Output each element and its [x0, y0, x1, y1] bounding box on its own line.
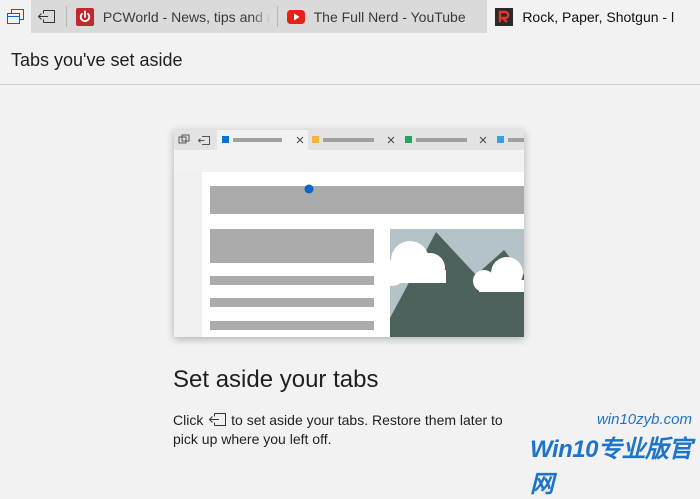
youtube-play-icon: [286, 8, 305, 26]
tab-label: The Full Nerd - YouTube: [313, 8, 466, 25]
empty-state-heading: Set aside your tabs: [173, 366, 379, 393]
tabs-aside-icon: [6, 9, 24, 24]
watermark-logo: Win10专业版官网: [530, 436, 692, 498]
site-watermark: win10zyb.com Win10专业版官网: [530, 405, 700, 498]
power-icon: [75, 7, 94, 26]
tab-fade: [674, 0, 700, 33]
set-aside-tabs-icon: [38, 10, 56, 23]
set-aside-tabs-button[interactable]: [31, 0, 62, 33]
panel-title: Tabs you've set aside: [11, 50, 183, 70]
tabs-aside-button[interactable]: [0, 0, 31, 33]
set-aside-tabs-icon: [208, 412, 227, 430]
tab-bar: PCWorld - News, tips and re The Full Ner…: [0, 0, 700, 33]
tab-fade: [250, 0, 277, 33]
empty-state-description: Click to set aside your tabs. Restore th…: [173, 411, 523, 448]
watermark-url: win10zyb.com: [596, 411, 692, 428]
tab-youtube[interactable]: The Full Nerd - YouTube: [276, 0, 488, 33]
tab-pcworld[interactable]: PCWorld - News, tips and re: [65, 0, 277, 33]
rps-logo-icon: [495, 7, 514, 26]
desc-text-before: Click: [173, 412, 208, 428]
tab-rock-paper-shotgun[interactable]: Rock, Paper, Shotgun - l: [487, 0, 700, 33]
set-aside-illustration: [174, 130, 524, 337]
tab-label: Rock, Paper, Shotgun - l: [522, 8, 675, 25]
panel-header: Tabs you've set aside: [0, 33, 700, 85]
